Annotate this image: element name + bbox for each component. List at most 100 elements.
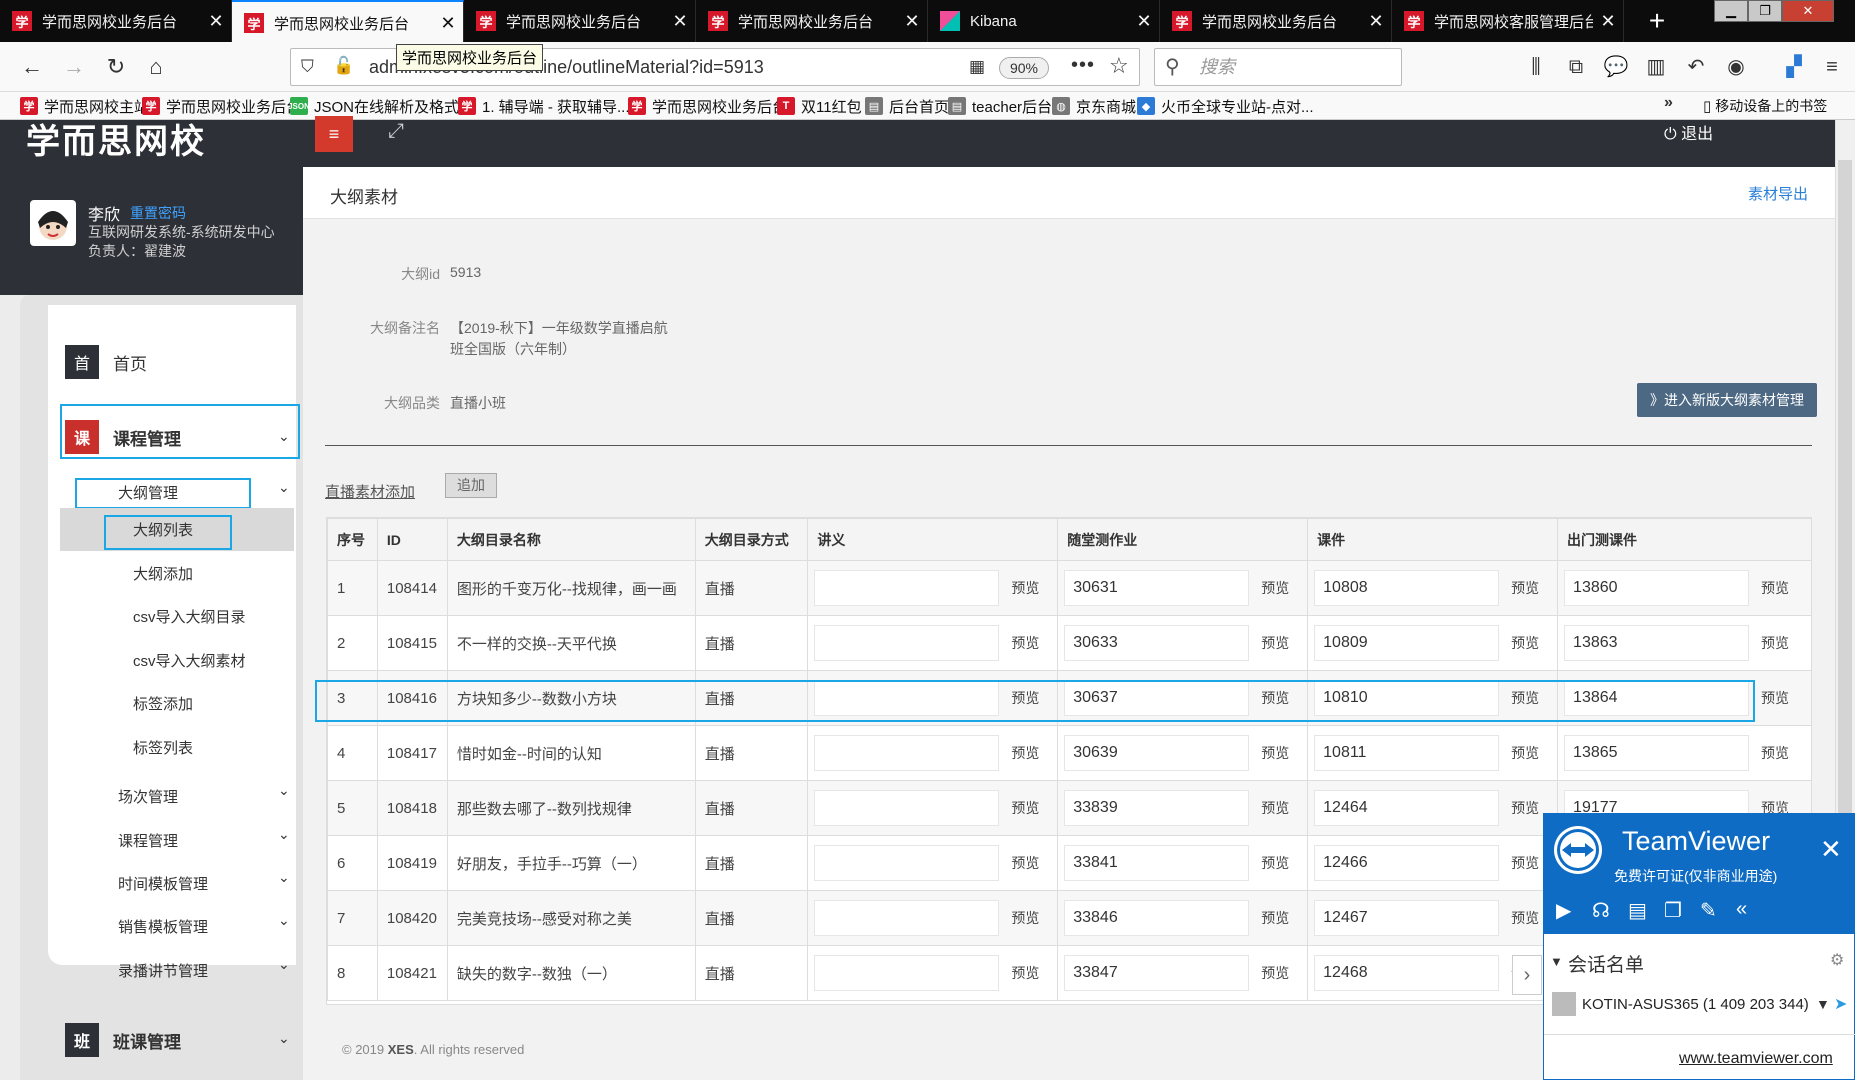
gear-icon[interactable]: ⚙ [1830,950,1844,970]
fullscreen-expand-icon[interactable]: ⤢ [388,120,404,143]
sidebar-item-class-management[interactable]: 班 班课管理 [65,1023,181,1057]
add-live-material-link[interactable]: 直播素材添加 [325,481,415,502]
preview-link[interactable]: 预览 [1761,633,1789,653]
preview-link[interactable]: 预览 [1261,578,1289,598]
chevron-down-icon[interactable]: ⌄ [278,869,290,886]
material-id-input[interactable] [814,845,1000,881]
session-item[interactable]: KOTIN-ASUS365 (1 409 203 344) [1582,996,1809,1013]
material-id-input[interactable]: 10811 [1314,735,1500,771]
material-id-input[interactable]: 30633 [1064,625,1250,661]
overflow-menu-icon[interactable]: ≡ [1816,51,1848,83]
material-id-input[interactable]: 12464 [1314,790,1500,826]
preview-link[interactable]: 预览 [1511,633,1539,653]
close-icon[interactable]: ✕ [1820,834,1842,865]
preview-link[interactable]: 预览 [1261,963,1289,983]
material-id-input[interactable]: 13863 [1564,625,1750,661]
bookmark-item[interactable]: T 双11红包 [777,95,862,117]
more-actions-icon[interactable]: ••• [1071,54,1095,77]
headset-icon[interactable]: ☊ [1592,898,1610,923]
sidebar-subitem[interactable]: 大纲列表 [133,519,193,540]
chevron-down-icon[interactable]: ⌄ [278,956,290,973]
material-id-input[interactable]: 33846 [1064,900,1250,936]
back-icon[interactable]: ← [16,51,48,83]
session-dropdown-icon[interactable]: ▼ [1816,996,1830,1012]
browser-tab[interactable]: Kibana ✕ [928,0,1160,42]
tab-close-icon[interactable]: ✕ [201,11,231,32]
window-close-button[interactable]: ✕ [1782,0,1834,22]
maximize-button[interactable]: ❐ [1748,0,1782,22]
teamviewer-collapse-arrow[interactable]: › [1512,955,1542,995]
preview-link[interactable]: 预览 [1511,578,1539,598]
tools-icon[interactable]: ✎ [1700,898,1717,923]
preview-link[interactable]: 预览 [1761,688,1789,708]
material-id-input[interactable]: 33839 [1064,790,1250,826]
avatar[interactable] [30,200,76,246]
new-tab-button[interactable]: + [1640,4,1674,38]
sidebar-item[interactable]: 课程管理 [118,830,178,851]
material-id-input[interactable] [814,900,1000,936]
tab-close-icon[interactable]: ✕ [1129,11,1159,32]
browser-tab[interactable]: 学学而思网校客服管理后台 ✕ [1392,0,1624,42]
preview-link[interactable]: 预览 [1261,853,1289,873]
bookmark-item[interactable]: 学 1. 辅导端 - 获取辅导... [458,95,630,117]
chevron-down-icon[interactable]: ⌄ [278,479,290,496]
reset-password-link[interactable]: 重置密码 [130,203,186,223]
preview-link[interactable]: 预览 [1511,743,1539,763]
material-id-input[interactable]: 30639 [1064,735,1250,771]
browser-tab[interactable]: 学学而思网校业务后台 ✕ [696,0,928,42]
preview-link[interactable]: 预览 [1011,633,1039,653]
material-id-input[interactable]: 12466 [1314,845,1500,881]
sidebar-subitem[interactable]: csv导入大纲素材 [133,650,246,671]
preview-link[interactable]: 预览 [1261,633,1289,653]
new-material-management-button[interactable]: 》进入新版大纲素材管理 [1637,383,1817,417]
material-id-input[interactable]: 10809 [1314,625,1500,661]
menu-toggle-button[interactable]: ≡ [315,116,353,152]
sidebar-subitem[interactable]: csv导入大纲目录 [133,606,246,627]
sidebar-item[interactable]: 时间模板管理 [118,873,208,894]
bookmark-item[interactable]: JSON JSON在线解析及格式... [288,95,472,117]
material-id-input[interactable] [814,790,1000,826]
browser-tab[interactable]: 学学而思网校业务后台 ✕ [0,0,232,42]
material-id-input[interactable] [814,570,1000,606]
bookmark-star-icon[interactable]: ☆ [1109,53,1129,79]
bookmark-item[interactable]: ▤ teacher后台 [948,95,1052,117]
preview-link[interactable]: 预览 [1261,798,1289,818]
material-id-input[interactable]: 33841 [1064,845,1250,881]
reload-icon[interactable]: ↻ [100,51,132,83]
tab-close-icon[interactable]: ✕ [897,11,927,32]
video-icon[interactable]: ▶ [1556,898,1571,923]
preview-link[interactable]: 预览 [1261,908,1289,928]
account-icon[interactable]: ◉ [1720,51,1752,83]
sidebar-item[interactable]: 场次管理 [118,786,178,807]
search-input[interactable]: ⚲ 搜索 [1154,48,1402,86]
teamviewer-website-link[interactable]: www.teamviewer.com [1679,1050,1833,1068]
undo-icon[interactable]: ↶ [1680,51,1712,83]
bookmark-item[interactable]: ◆ 火币全球专业站-点对... [1137,95,1314,117]
sidebar-item-course-management[interactable]: 课 课程管理 [65,420,181,454]
material-id-input[interactable]: 13865 [1564,735,1750,771]
preview-link[interactable]: 预览 [1011,743,1039,763]
shield-icon[interactable]: ⛉ [301,57,314,77]
bookmark-item[interactable]: ▤ 后台首页 [865,95,949,117]
append-button[interactable]: 追加 [445,473,497,498]
browser-tab[interactable]: 学学而思网校业务后台 ✕ [1160,0,1392,42]
material-id-input[interactable]: 13860 [1564,570,1750,606]
tab-close-icon[interactable]: ✕ [1593,11,1623,32]
chevron-down-icon[interactable]: ⌄ [278,428,290,445]
browser-tab[interactable]: 学学而思网校业务后台 ✕ [464,0,696,42]
chevron-down-icon[interactable]: ⌄ [278,826,290,843]
collapse-icon[interactable]: « [1736,898,1747,921]
material-id-input[interactable] [814,955,1000,991]
preview-link[interactable]: 预览 [1011,853,1039,873]
library-icon[interactable]: ⫼ [1520,51,1552,83]
preview-link[interactable]: 预览 [1761,578,1789,598]
material-id-input[interactable]: 12468 [1314,955,1500,991]
sidebar-item-home[interactable]: 首 首页 [65,345,147,379]
insecure-lock-icon[interactable]: 🔓 [333,56,354,76]
export-material-link[interactable]: 素材导出 [1748,183,1808,204]
reader-view-icon[interactable]: ▥ [1640,51,1672,83]
tab-close-icon[interactable]: ✕ [433,13,463,34]
sidebar-item[interactable]: 录播讲节管理 [118,960,208,981]
preview-link[interactable]: 预览 [1511,853,1539,873]
chat-icon[interactable]: 💬 [1600,51,1632,83]
